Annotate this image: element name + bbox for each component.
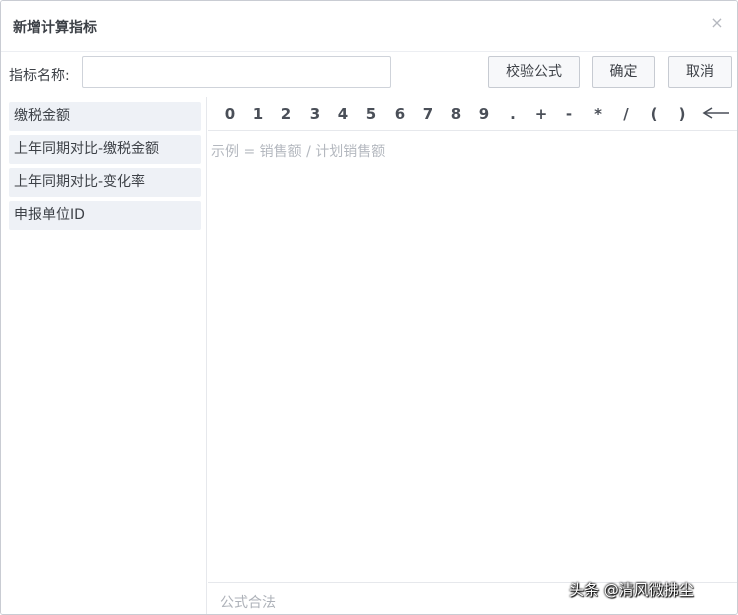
key-7[interactable]: 7: [418, 104, 438, 124]
key-minus[interactable]: -: [559, 104, 579, 124]
field-item-yoy-change-rate[interactable]: 上年同期对比-变化率: [9, 168, 201, 197]
field-list: 缴税金额 上年同期对比-缴税金额 上年同期对比-变化率 申报单位ID: [1, 97, 207, 614]
indicator-name-input[interactable]: [82, 56, 391, 88]
key-4[interactable]: 4: [333, 104, 353, 124]
backspace-arrow-icon[interactable]: [701, 103, 731, 123]
formula-editor[interactable]: 示例 = 销售额 / 计划销售额: [208, 131, 737, 581]
key-plus[interactable]: +: [531, 104, 551, 124]
key-open-paren[interactable]: (: [644, 104, 664, 124]
key-6[interactable]: 6: [390, 104, 410, 124]
key-divide[interactable]: /: [616, 104, 636, 124]
close-icon[interactable]: ×: [707, 13, 727, 33]
key-2[interactable]: 2: [276, 104, 296, 124]
dialog-title-bar: 新增计算指标 ×: [1, 1, 737, 52]
cancel-button[interactable]: 取消: [668, 56, 732, 88]
key-5[interactable]: 5: [361, 104, 381, 124]
field-item-tax-amount[interactable]: 缴税金额: [9, 102, 201, 131]
key-decimal-point[interactable]: .: [503, 104, 523, 124]
formula-placeholder: 示例 = 销售额 / 计划销售额: [211, 144, 386, 160]
formula-dialog: 新增计算指标 × 指标名称: 校验公式 确定 取消 缴税金额 上年同期对比-缴税…: [0, 0, 738, 615]
formula-status-text: 公式合法: [220, 595, 276, 611]
field-item-yoy-tax-amount[interactable]: 上年同期对比-缴税金额: [9, 135, 201, 164]
key-1[interactable]: 1: [248, 104, 268, 124]
watermark: 头条 @清风微拂尘: [569, 581, 694, 599]
indicator-name-label: 指标名称:: [9, 68, 70, 84]
dialog-title: 新增计算指标: [13, 20, 97, 36]
key-0[interactable]: 0: [220, 104, 240, 124]
key-8[interactable]: 8: [446, 104, 466, 124]
key-9[interactable]: 9: [474, 104, 494, 124]
key-3[interactable]: 3: [305, 104, 325, 124]
key-close-paren[interactable]: ): [672, 104, 692, 124]
confirm-button[interactable]: 确定: [592, 56, 655, 88]
validate-formula-button[interactable]: 校验公式: [488, 56, 580, 88]
key-multiply[interactable]: *: [588, 104, 608, 124]
indicator-name-row: 指标名称: 校验公式 确定 取消: [1, 53, 737, 95]
field-item-declaring-unit-id[interactable]: 申报单位ID: [9, 201, 201, 230]
operator-toolbar: 0 1 2 3 4 5 6 7 8 9 . + - * / ( ): [208, 97, 737, 131]
